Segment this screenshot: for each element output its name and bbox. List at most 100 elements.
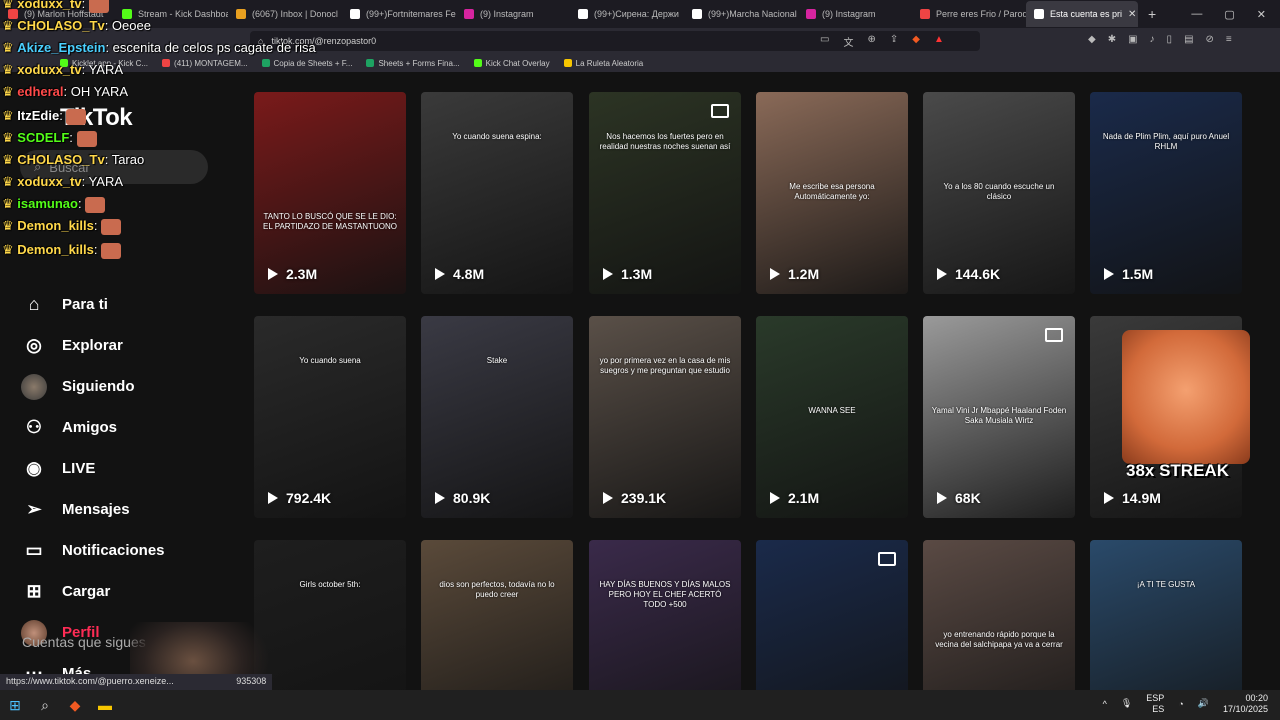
- clock[interactable]: 00:20 17/10/2025: [1223, 693, 1268, 715]
- browser-tab[interactable]: (9) Instagram: [798, 1, 912, 27]
- chat-separator: :: [59, 108, 67, 123]
- sidebar-item-live[interactable]: ◉ LIVE: [20, 448, 220, 489]
- browser-tab[interactable]: Esta cuenta es pri ✕: [1026, 1, 1138, 27]
- tab-favicon-icon: [920, 9, 930, 19]
- video-card[interactable]: WANNA SEE 2.1M: [756, 316, 908, 518]
- browser-tab[interactable]: (99+)Marcha Nacional: [684, 1, 798, 27]
- bookmark-item[interactable]: La Ruleta Aleatoria: [563, 59, 643, 68]
- emote-icon: [66, 108, 87, 125]
- chat-message: ♛ xoduxx_tv: YARA: [2, 174, 123, 190]
- sidebar-item-label: Mensajes: [62, 501, 130, 518]
- play-icon: [937, 268, 947, 280]
- view-count: 2.3M: [268, 266, 317, 282]
- video-card[interactable]: Yo a los 80 cuando escuche un clásico 144…: [923, 92, 1075, 294]
- chat-badge-icon: ♛: [2, 108, 18, 123]
- video-caption: Yo cuando suena: [299, 356, 361, 365]
- extension-icon[interactable]: ◆: [1088, 34, 1096, 45]
- music-icon[interactable]: ♪: [1150, 34, 1155, 45]
- view-count: 1.5M: [1104, 266, 1153, 282]
- video-card[interactable]: Me escribe esa persona Automáticamente y…: [756, 92, 908, 294]
- video-caption: Nos hacemos los fuertes pero en realidad…: [599, 132, 731, 151]
- sidebar-icon[interactable]: ▯: [1167, 34, 1173, 45]
- view-count-text: 80.9K: [453, 490, 491, 506]
- sidebar-item-siguiendo[interactable]: Siguiendo: [20, 366, 220, 407]
- close-icon[interactable]: ✕: [1128, 9, 1136, 20]
- rewards-icon[interactable]: ▲: [934, 34, 944, 49]
- video-card[interactable]: Nos hacemos los fuertes pero en realidad…: [589, 92, 741, 294]
- tiktok-page: TikTok ⌕ Buscar ⌂ Para ti ◎ Explorar Siguien…: [0, 72, 1280, 720]
- view-count: 14.9M: [1104, 490, 1161, 506]
- reader-icon[interactable]: ▭: [820, 34, 829, 49]
- bookmark-item[interactable]: Copia de Sheets + F...: [261, 58, 353, 68]
- bookmark-item[interactable]: Sheets + Forms Fina...: [366, 59, 460, 68]
- minimize-icon[interactable]: —: [1191, 8, 1202, 21]
- photo-mode-icon: [1045, 328, 1063, 342]
- wifi-icon[interactable]: ◔: [1178, 699, 1183, 709]
- video-card[interactable]: yo por primera vez en la casa de mis sue…: [589, 316, 741, 518]
- following-header: Cuentas que sigues: [22, 634, 146, 650]
- wallet-icon[interactable]: ▤: [1184, 34, 1193, 45]
- bookmark-label: Copia de Sheets + F...: [273, 58, 353, 68]
- video-caption: ¡A TI TE GUSTA: [1136, 580, 1196, 589]
- video-card[interactable]: Yamal Vini Jr Mbappé Haaland Foden Saka …: [923, 316, 1075, 518]
- screenshot-icon[interactable]: ▣: [1128, 34, 1137, 45]
- view-count-text: 239.1K: [621, 490, 667, 506]
- video-caption: dios son perfectos, todavía no lo puedo …: [439, 580, 555, 599]
- search-icon[interactable]: ⌕: [30, 690, 60, 720]
- video-card[interactable]: Yo cuando suena 792.4K: [254, 316, 406, 518]
- maximize-icon[interactable]: ▢: [1224, 8, 1234, 21]
- browser-tab[interactable]: Perre eres Frio / Parod: [912, 1, 1026, 27]
- play-icon: [268, 268, 278, 280]
- chat-separator: :: [77, 196, 86, 211]
- new-tab-button[interactable]: +: [1138, 6, 1166, 22]
- chevron-up-icon[interactable]: ^: [1103, 699, 1107, 709]
- microphone-icon[interactable]: 🎙: [1121, 698, 1132, 709]
- menu-icon[interactable]: ≡: [1226, 34, 1232, 45]
- browser-tab[interactable]: (6067) Inbox | Donocl: [228, 1, 342, 27]
- browser-tab[interactable]: (99+)Fortnitemares Fe: [342, 1, 456, 27]
- sidebar-item-amigos[interactable]: ⚇ Amigos: [20, 407, 220, 448]
- video-card[interactable]: Yo cuando suena espina: 4.8M: [421, 92, 573, 294]
- sidebar-item-explorar[interactable]: ◎ Explorar: [20, 325, 220, 366]
- sidebar-item-label: Explorar: [62, 337, 123, 354]
- browser-tab[interactable]: (99+)Сирена: Держи: [570, 1, 684, 27]
- puzzle-icon[interactable]: ✱: [1108, 34, 1116, 45]
- zoom-icon[interactable]: ⊕: [867, 34, 875, 49]
- browser-tab[interactable]: (9) Instagram: [456, 1, 570, 27]
- play-icon: [1104, 268, 1114, 280]
- volume-icon[interactable]: 🔊: [1198, 698, 1209, 709]
- chat-badge-icon: ♛: [2, 130, 18, 145]
- view-count: 1.3M: [603, 266, 652, 282]
- sidebar-item-para-ti[interactable]: ⌂ Para ti: [20, 284, 220, 325]
- bookmark-item[interactable]: Kick Chat Overlay: [473, 59, 550, 68]
- play-icon: [937, 492, 947, 504]
- sidebar-item-notificaciones[interactable]: ▭ Notificaciones: [20, 530, 220, 571]
- photo-mode-icon: [878, 552, 896, 566]
- brave-shield-icon[interactable]: ◆: [912, 34, 920, 49]
- file-explorer-icon[interactable]: ▬: [90, 690, 120, 720]
- brave-browser-icon[interactable]: ◆: [60, 690, 90, 720]
- tab-label: (99+)Fortnitemares Fe: [366, 9, 456, 19]
- close-window-icon[interactable]: ✕: [1257, 8, 1266, 21]
- view-count: 144.6K: [937, 266, 1000, 282]
- bookmark-item[interactable]: (411) MONTAGEM...: [162, 59, 248, 68]
- share-icon[interactable]: ⇪: [890, 34, 898, 49]
- language-indicator[interactable]: ESP ES: [1146, 693, 1164, 715]
- chat-text: escenita de celos ps cagate de risa: [112, 40, 316, 55]
- video-caption: Yo a los 80 cuando escuche un clásico: [943, 182, 1055, 201]
- windows-start-icon[interactable]: ⊞: [0, 690, 30, 720]
- chat-text: Tarao: [111, 152, 145, 167]
- tab-label: (9) Instagram: [822, 9, 876, 19]
- translate-icon[interactable]: 文: [843, 34, 853, 49]
- video-card[interactable]: Stake 80.9K: [421, 316, 573, 518]
- chat-username: ItzEdie: [17, 108, 60, 123]
- video-card[interactable]: TANTO LO BUSCÓ QUE SE LE DIO: EL PARTIDA…: [254, 92, 406, 294]
- streak-label: 38x STREAK: [1126, 461, 1229, 480]
- emote-icon: [76, 130, 97, 147]
- chat-message: ♛ CHOLASO_Tv: Oeoee: [2, 18, 151, 34]
- sidebar-item-cargar[interactable]: ⊞ Cargar: [20, 571, 220, 612]
- vpn-icon[interactable]: ⊘: [1206, 34, 1214, 45]
- chat-username: Akize_Epstein: [17, 40, 106, 55]
- sidebar-item-mensajes[interactable]: ➢ Mensajes: [20, 489, 220, 530]
- video-card[interactable]: Nada de Plim Plim, aquí puro Anuel RHLM 1…: [1090, 92, 1242, 294]
